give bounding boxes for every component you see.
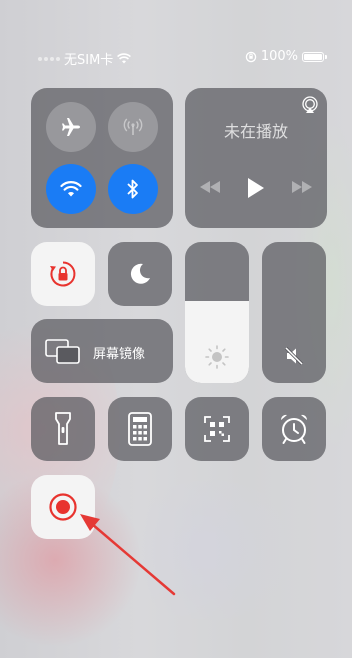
- music-module: 未在播放: [185, 88, 327, 228]
- calculator-button[interactable]: [108, 397, 172, 461]
- airplane-icon: [62, 118, 80, 136]
- moon-icon: [130, 263, 150, 284]
- carrier-label: 无SIM卡: [64, 53, 114, 68]
- status-right: 100%: [245, 49, 327, 64]
- orientation-lock-status-icon: [245, 51, 257, 62]
- qr-scanner-button[interactable]: [185, 397, 249, 461]
- brightness-fill: [185, 301, 249, 383]
- orientation-lock-toggle[interactable]: [31, 242, 95, 306]
- airplay-icon[interactable]: [301, 96, 319, 114]
- cellular-antenna-icon: [123, 118, 143, 135]
- battery-percent: 100%: [260, 49, 298, 64]
- flashlight-button[interactable]: [31, 397, 95, 461]
- alarm-button[interactable]: [262, 397, 326, 461]
- calculator-icon: [128, 412, 152, 446]
- carrier-info: 无SIM卡: [38, 49, 132, 68]
- sun-icon: [205, 345, 229, 369]
- screen-mirroring-icon: [45, 339, 80, 364]
- signal-dots-icon: [38, 56, 60, 61]
- rewind-icon[interactable]: [199, 181, 221, 193]
- bluetooth-icon: [127, 179, 138, 199]
- wifi-icon: [60, 181, 82, 197]
- screen-mirroring-button[interactable]: 屏幕镜像: [31, 319, 173, 383]
- status-bar: 无SIM卡 100%: [0, 48, 352, 68]
- volume-slider[interactable]: [262, 242, 326, 383]
- alarm-clock-icon: [280, 414, 308, 444]
- wifi-status-icon: [117, 53, 132, 64]
- flashlight-icon: [55, 412, 71, 445]
- now-playing-title: 未在播放: [223, 122, 288, 141]
- battery-icon: [302, 51, 327, 62]
- screen-mirroring-label: 屏幕镜像: [93, 347, 146, 362]
- connectivity-module: [31, 88, 173, 228]
- speaker-muted-icon: [284, 346, 304, 366]
- orientation-lock-icon: [50, 261, 76, 287]
- fast-forward-icon[interactable]: [291, 181, 313, 193]
- brightness-slider[interactable]: [185, 242, 249, 383]
- wifi-toggle[interactable]: [46, 164, 96, 214]
- record-icon: [49, 493, 77, 521]
- screen-recording-button[interactable]: [31, 475, 95, 539]
- bluetooth-toggle[interactable]: [108, 164, 158, 214]
- airplane-mode-toggle[interactable]: [46, 102, 96, 152]
- play-icon[interactable]: [247, 178, 265, 198]
- qr-code-scanner-icon: [204, 416, 230, 442]
- cellular-data-toggle[interactable]: [108, 102, 158, 152]
- do-not-disturb-toggle[interactable]: [108, 242, 172, 306]
